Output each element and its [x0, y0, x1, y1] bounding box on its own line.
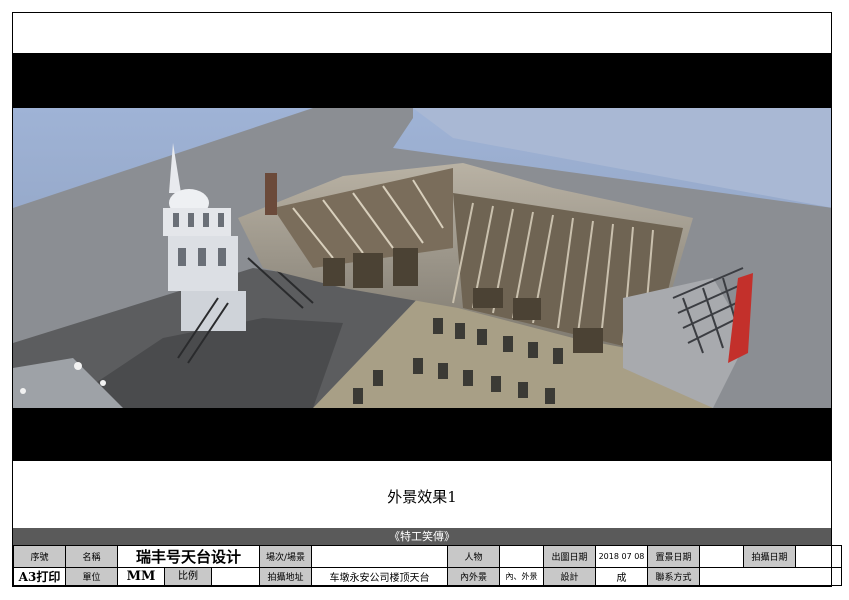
- name-value: 瑞丰号天台设计: [117, 545, 260, 568]
- shoot-date-label: 拍攝日期: [743, 545, 796, 568]
- design-label: 設計: [543, 567, 596, 586]
- title-block-row-1: 序號 名稱 瑞丰号天台设计 場次/場景 人物 出圖日期 2018 07 08 置…: [13, 545, 842, 568]
- print-size-value: A3打印: [13, 567, 66, 586]
- int-ext-value: 內、外景: [499, 567, 544, 586]
- contact-value: [699, 567, 842, 586]
- drawing-sheet: 外景效果1 《特工笑傳》 序號 名稱 瑞丰号天台设计 場次/場景 人物 出圖日期…: [12, 12, 842, 587]
- int-ext-label: 內外景: [447, 567, 500, 586]
- scene-value: [311, 545, 448, 568]
- contact-label: 聯系方式: [647, 567, 700, 586]
- serial-label: 序號: [13, 545, 66, 568]
- rooftop-render-image: [13, 108, 831, 408]
- unit-value: MM: [119, 568, 165, 585]
- rooftop-render: [13, 108, 831, 408]
- production-title: 《特工笑傳》: [13, 528, 831, 545]
- drawing-date-label: 出圖日期: [543, 545, 596, 568]
- title-block-row-2: A3打印 單位 MM 比例 拍攝地址 车墩永安公司楼顶天台 內外景 內、外景 設…: [13, 567, 842, 586]
- location-value: 车墩永安公司楼顶天台: [311, 567, 448, 586]
- drawing-date-value: 2018 07 08: [595, 545, 648, 568]
- shoot-date-value: [795, 545, 842, 568]
- unit-scale-cell: MM 比例: [117, 567, 260, 586]
- image-caption: 外景效果1: [387, 488, 457, 506]
- design-value: 成: [595, 567, 648, 586]
- set-date-value: [699, 545, 744, 568]
- letterbox-bottom: [13, 408, 831, 461]
- letterbox-top: [13, 53, 831, 108]
- scale-label: 比例: [165, 568, 212, 585]
- location-label: 拍攝地址: [259, 567, 312, 586]
- scene-label: 場次/場景: [259, 545, 312, 568]
- title-block-table: 序號 名稱 瑞丰号天台设计 場次/場景 人物 出圖日期 2018 07 08 置…: [13, 545, 842, 586]
- character-value: [499, 545, 544, 568]
- name-label: 名稱: [65, 545, 118, 568]
- character-label: 人物: [447, 545, 500, 568]
- scale-value: [212, 569, 259, 585]
- set-date-label: 置景日期: [647, 545, 700, 568]
- unit-label: 單位: [65, 567, 118, 586]
